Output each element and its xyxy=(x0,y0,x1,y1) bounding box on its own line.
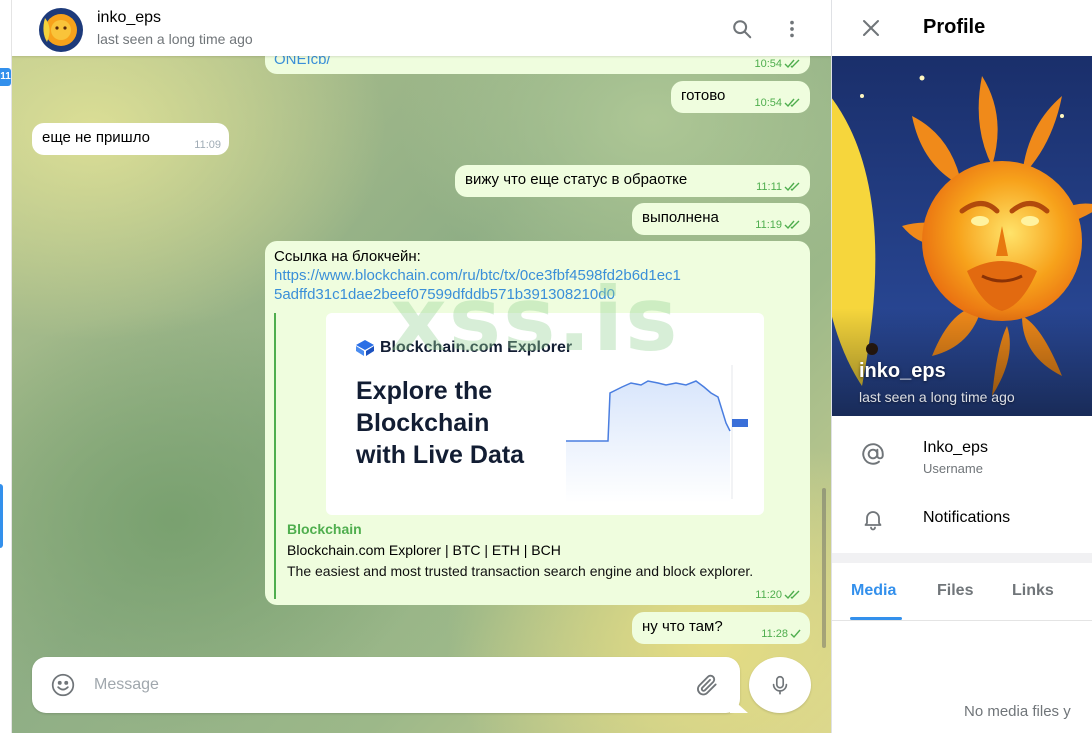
unread-badge[interactable]: 11 xyxy=(0,68,11,86)
chat-status: last seen a long time ago xyxy=(97,31,253,47)
tab-media[interactable]: Media xyxy=(851,582,896,600)
close-icon xyxy=(863,20,879,36)
profile-header: Profile xyxy=(832,0,1092,56)
notifications-label: Notifications xyxy=(923,509,1011,526)
link-preview[interactable]: Blockchain .com Explorer Explore the Bloc… xyxy=(274,313,812,599)
chat-area: inko_eps last seen a long time ago ONEIc… xyxy=(12,0,831,733)
chat-scrollbar[interactable] xyxy=(822,488,826,648)
preview-headline: Explore the Blockchain with Live Data xyxy=(356,375,524,471)
message-meta: 10:54 xyxy=(754,58,802,70)
avatar[interactable] xyxy=(39,8,83,52)
shared-media-tabs: Media Files Links xyxy=(832,563,1092,621)
message-time: 11:09 xyxy=(194,139,221,151)
message-bubble[interactable]: вижу что еще статус в обраотке 11:11 xyxy=(455,165,810,197)
message-time: 11:11 xyxy=(756,181,782,193)
preview-title: Blockchain.com Explorer | BTC | ETH | BC… xyxy=(287,542,561,558)
active-tab-indicator xyxy=(850,617,902,620)
message-bubble[interactable]: выполнена 11:19 xyxy=(632,203,810,235)
record-voice-button[interactable] xyxy=(749,657,811,713)
message-bubble[interactable]: ну что там? 11:28 xyxy=(632,612,810,644)
double-check-icon xyxy=(784,182,800,192)
username-label: Username xyxy=(923,461,983,476)
empty-media-text: No media files y xyxy=(964,703,1071,720)
message-meta: 11:28 xyxy=(761,628,802,640)
search-button[interactable] xyxy=(725,12,759,46)
chat-title[interactable]: inko_eps xyxy=(97,9,161,27)
mic-icon xyxy=(772,675,788,695)
close-profile-button[interactable] xyxy=(859,16,883,40)
preview-headline-line: Blockchain xyxy=(356,409,490,437)
section-divider xyxy=(832,553,1092,563)
message-meta: 11:19 xyxy=(755,219,802,231)
preview-site-name: Blockchain xyxy=(287,521,362,537)
blockchain-logo-icon xyxy=(356,340,374,356)
profile-title: Profile xyxy=(923,16,986,38)
more-vertical-icon xyxy=(790,20,794,38)
tab-files[interactable]: Files xyxy=(937,582,973,600)
message-bubble[interactable]: еще не пришло 11:09 xyxy=(32,123,229,155)
blockchain-logo: Blockchain .com Explorer xyxy=(356,339,572,357)
emoji-button[interactable] xyxy=(50,672,76,698)
message-composer xyxy=(32,657,740,713)
notifications-row[interactable]: Notifications xyxy=(832,500,1092,540)
chat-header[interactable]: inko_eps last seen a long time ago xyxy=(12,0,831,56)
bell-icon xyxy=(858,504,888,534)
preview-description: The easiest and most trusted transaction… xyxy=(287,563,754,579)
preview-brand: Blockchain xyxy=(380,339,466,356)
active-chat-indicator xyxy=(0,484,3,548)
profile-panel: Profile inko_eps last seen a long time a… xyxy=(831,0,1092,733)
preview-headline-line: Explore the xyxy=(356,377,493,405)
search-icon xyxy=(733,20,752,39)
message-bubble-link[interactable]: Ссылка на блокчейн: https://www.blockcha… xyxy=(265,241,810,605)
message-text: еще не пришло xyxy=(42,129,150,146)
chat-list-edge: 11 xyxy=(0,0,12,733)
message-time: 11:28 xyxy=(761,628,788,640)
message-time: 11:19 xyxy=(755,219,782,231)
double-check-icon xyxy=(784,220,800,230)
message-time: 11:20 xyxy=(755,589,782,601)
emoji-icon xyxy=(51,673,75,697)
message-text: вижу что еще статус в обраотке xyxy=(465,171,688,188)
message-time: 10:54 xyxy=(754,97,782,109)
message-bubble[interactable]: готово 10:54 xyxy=(671,81,810,113)
username-row[interactable]: Inko_eps Username xyxy=(832,430,1092,486)
more-button[interactable] xyxy=(775,12,809,46)
double-check-icon xyxy=(784,59,800,69)
profile-name: inko_eps xyxy=(859,360,946,382)
attach-button[interactable] xyxy=(694,672,720,698)
message-text: Ссылка на блокчейн: xyxy=(274,248,421,265)
attach-icon xyxy=(697,674,717,696)
profile-status: last seen a long time ago xyxy=(859,389,1015,405)
profile-photo[interactable]: inko_eps last seen a long time ago xyxy=(832,56,1092,416)
preview-headline-line: with Live Data xyxy=(356,441,525,469)
preview-brand-suffix: .com Explorer xyxy=(465,339,573,356)
blockchain-link-line1[interactable]: https://www.blockchain.com/ru/btc/tx/0ce… xyxy=(274,266,801,285)
username-value: Inko_eps xyxy=(923,439,988,456)
message-meta: 11:20 xyxy=(755,589,802,601)
single-check-icon xyxy=(790,629,801,639)
tab-links[interactable]: Links xyxy=(1012,582,1054,600)
telegram-window: 11 inko_eps last seen a long time ago ON… xyxy=(0,0,1092,733)
double-check-icon xyxy=(784,98,800,108)
blockchain-link-line2[interactable]: 5adffd31c1dae2beef07599dfddb571b39130821… xyxy=(274,285,801,304)
double-check-icon xyxy=(784,590,800,600)
at-icon xyxy=(858,439,888,469)
message-time: 10:54 xyxy=(754,58,782,70)
message-meta: 11:11 xyxy=(756,181,802,193)
link-preview-image[interactable]: Blockchain .com Explorer Explore the Bloc… xyxy=(326,313,764,515)
message-input[interactable] xyxy=(94,667,674,703)
message-meta: 10:54 xyxy=(754,97,802,109)
message-meta: 11:09 xyxy=(194,139,221,151)
